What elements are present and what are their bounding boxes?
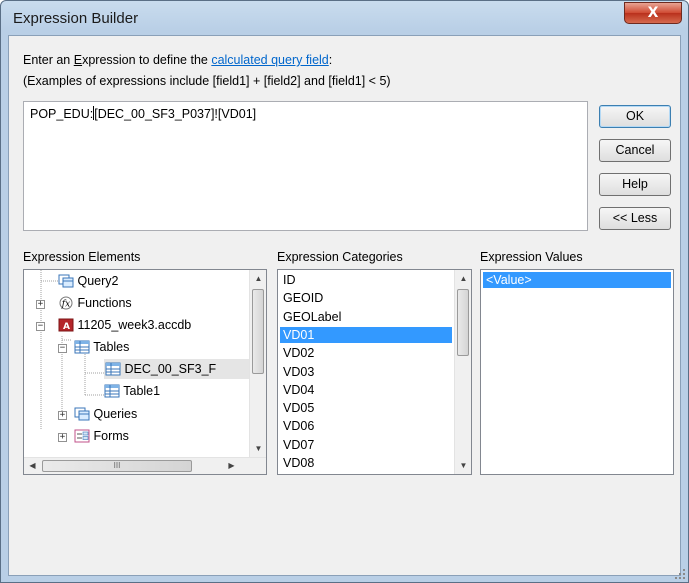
- elements-vscroll-thumb[interactable]: [252, 289, 264, 374]
- elements-horizontal-scrollbar[interactable]: ◀ III ▶: [24, 457, 266, 474]
- tree-item-query2[interactable]: Query2: [58, 271, 118, 291]
- expression-elements-label: Expression Elements: [23, 250, 141, 264]
- expression-input[interactable]: POP_EDU:[DEC_00_SF3_P037]![VD01]: [23, 101, 588, 231]
- list-item-category[interactable]: GEOID: [280, 290, 452, 306]
- functions-expander[interactable]: +: [36, 300, 45, 309]
- table-icon: [74, 340, 90, 354]
- expression-text-after: [DEC_00_SF3_P037]![VD01]: [94, 107, 257, 121]
- forms-icon: [74, 429, 90, 443]
- list-item-category[interactable]: VD04: [280, 382, 452, 398]
- expression-text-before: POP_EDU:: [30, 107, 94, 121]
- categories-vscroll-thumb[interactable]: [457, 289, 469, 356]
- tables-expander[interactable]: −: [58, 344, 67, 353]
- elements-hscroll-thumb[interactable]: III: [42, 460, 192, 472]
- resize-grip-icon[interactable]: [675, 569, 685, 579]
- expression-categories-label: Expression Categories: [277, 250, 403, 264]
- list-item-category[interactable]: ID: [280, 272, 452, 288]
- cancel-button[interactable]: Cancel: [599, 139, 671, 162]
- list-item-category[interactable]: GEOLabel: [280, 309, 452, 325]
- svg-text:A: A: [63, 322, 70, 332]
- scroll-left-arrow-icon[interactable]: ◀: [24, 461, 41, 470]
- elements-vertical-scrollbar[interactable]: ▲ ▼: [249, 270, 266, 457]
- scroll-up-arrow-icon[interactable]: ▲: [250, 274, 267, 283]
- scroll-right-arrow-icon[interactable]: ▶: [223, 461, 240, 470]
- tree-item-tables[interactable]: Tables: [74, 337, 129, 357]
- list-item-category[interactable]: VD02: [280, 345, 452, 361]
- tree-item-table1[interactable]: Table1: [104, 381, 160, 401]
- expression-values-label: Expression Values: [480, 250, 583, 264]
- close-icon: X: [647, 5, 659, 21]
- calculated-query-field-link[interactable]: calculated query field: [211, 53, 328, 67]
- tree-item-forms[interactable]: Forms: [74, 426, 129, 446]
- table-icon: [104, 384, 120, 398]
- tree-item-database[interactable]: A 11205_week3.accdb: [58, 315, 191, 335]
- list-item-category[interactable]: VD05: [280, 400, 452, 416]
- prompt-line-1: Enter an Expression to define the calcul…: [23, 53, 333, 67]
- scroll-down-arrow-icon[interactable]: ▼: [250, 444, 267, 453]
- tree-item-queries[interactable]: Queries: [74, 404, 137, 424]
- title-bar[interactable]: Expression Builder X: [1, 1, 688, 35]
- table-icon: [105, 362, 121, 376]
- expression-values-list[interactable]: <Value>: [480, 269, 674, 475]
- prompt-line-2: (Examples of expressions include [field1…: [23, 74, 391, 88]
- list-item-category[interactable]: VD03: [280, 364, 452, 380]
- query-icon: [74, 407, 90, 421]
- scroll-up-arrow-icon[interactable]: ▲: [455, 274, 472, 283]
- database-expander[interactable]: −: [36, 322, 45, 331]
- svg-text:fx: fx: [61, 300, 70, 310]
- close-button[interactable]: X: [624, 2, 682, 24]
- access-key-e: E: [73, 53, 83, 67]
- forms-expander[interactable]: +: [58, 433, 67, 442]
- less-button[interactable]: << Less: [599, 207, 671, 230]
- ok-button[interactable]: OK: [599, 105, 671, 128]
- scroll-down-arrow-icon[interactable]: ▼: [455, 461, 472, 470]
- window-title: Expression Builder: [13, 10, 139, 27]
- categories-vertical-scrollbar[interactable]: ▲ ▼: [454, 270, 471, 474]
- expression-elements-tree[interactable]: Query2 + fx Functions − A 11205_week3.ac…: [23, 269, 267, 475]
- expression-builder-window: Expression Builder X Enter an Expression…: [0, 0, 689, 583]
- help-button[interactable]: Help: [599, 173, 671, 196]
- queries-expander[interactable]: +: [58, 411, 67, 420]
- database-icon: A: [58, 318, 74, 332]
- tree-item-dec-table[interactable]: DEC_00_SF3_F: [104, 359, 250, 379]
- list-item-category[interactable]: VD08: [280, 455, 452, 471]
- list-item-category[interactable]: VD06: [280, 418, 452, 434]
- list-item-category[interactable]: VD07: [280, 437, 452, 453]
- expression-categories-list[interactable]: ID GEOID GEOLabel VD01 VD02 VD03 VD04 VD05 VD06 V…: [277, 269, 472, 475]
- query-icon: [58, 274, 74, 288]
- tree-item-functions[interactable]: fx Functions: [58, 293, 132, 313]
- list-item-value[interactable]: <Value>: [483, 272, 671, 288]
- list-item-category[interactable]: VD01: [280, 326, 452, 343]
- function-icon: fx: [58, 296, 74, 310]
